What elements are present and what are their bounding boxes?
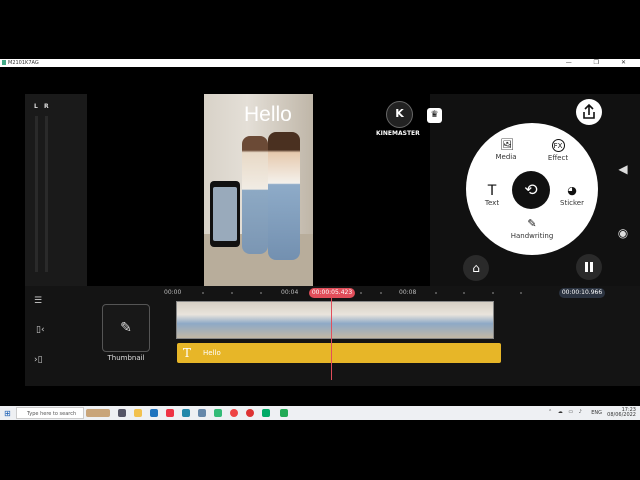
undo-button[interactable]: ⟲ xyxy=(512,171,550,209)
store-app-icon[interactable] xyxy=(150,409,158,417)
store-icon: ⌂ xyxy=(472,261,480,275)
sticker-label: Sticker xyxy=(560,199,584,207)
end-time-badge: 00:00:10.966 xyxy=(559,288,605,298)
app-icon-circle[interactable] xyxy=(246,409,254,417)
search-highlight-image xyxy=(86,409,110,417)
clip-frame xyxy=(481,302,493,338)
windows-start-icon[interactable]: ⊞ xyxy=(4,409,11,418)
clip-frame xyxy=(417,302,434,338)
clip-frame xyxy=(449,302,466,338)
window-controls[interactable]: — ❐ ✕ xyxy=(566,59,636,66)
thumbnail-label: Thumbnail xyxy=(107,354,145,362)
thumbnail-button[interactable]: ✎ xyxy=(102,304,150,352)
back-nav-icon[interactable]: ◀ xyxy=(608,162,638,182)
clip-frame xyxy=(177,302,194,338)
chrome-icon[interactable] xyxy=(230,409,238,417)
ruler-tick: 00:04 xyxy=(281,289,299,296)
kinemaster-logo: K xyxy=(386,101,413,128)
clip-frame xyxy=(337,302,354,338)
text-layer-label: Hello xyxy=(203,349,221,357)
split-left-icon[interactable]: ▯‹ xyxy=(36,325,45,335)
hello-text-overlay[interactable]: Hello xyxy=(244,103,292,127)
window-title-bar: M2101K7AG — ❐ ✕ xyxy=(0,59,640,67)
text-icon: T xyxy=(487,183,497,199)
media-label: Media xyxy=(495,153,517,161)
clip-frame xyxy=(353,302,370,338)
audio-meter-right xyxy=(45,116,48,272)
share-icon xyxy=(583,103,595,119)
pen-icon: ✎ xyxy=(527,217,537,230)
clip-frame xyxy=(433,302,450,338)
audio-meter-left xyxy=(35,116,38,272)
image-icon: 🖼 xyxy=(500,138,514,151)
text-layer-clip[interactable]: T Hello xyxy=(177,343,501,363)
windows-taskbar: ⊞ Type here to search ⌃ ☁ ▭ ♪ ENG 17:23 … xyxy=(0,406,640,420)
ruler-tick: 00:08 xyxy=(399,289,417,296)
clip-frame xyxy=(289,302,306,338)
split-right-icon[interactable]: ›▯ xyxy=(34,355,43,365)
pause-icon xyxy=(585,262,588,272)
clip-frame xyxy=(385,302,402,338)
text-button[interactable]: T Text xyxy=(470,183,514,207)
layer-toggle-icon[interactable]: ☰ xyxy=(34,296,42,306)
window-title: M2101K7AG xyxy=(8,60,39,66)
dancer-left xyxy=(242,136,268,254)
crown-icon[interactable]: ♛ xyxy=(427,108,442,123)
clip-frame xyxy=(401,302,418,338)
audio-right-label: R xyxy=(44,103,49,110)
clip-frame xyxy=(465,302,482,338)
app-icon-red[interactable] xyxy=(166,409,174,417)
handwriting-label: Handwriting xyxy=(510,232,554,240)
text-layer-icon: T xyxy=(183,346,192,360)
clip-frame xyxy=(225,302,242,338)
asset-store-button[interactable]: ⌂ xyxy=(463,255,489,281)
clip-frame xyxy=(209,302,226,338)
clip-frame xyxy=(369,302,386,338)
app-icon-blue[interactable] xyxy=(182,409,190,417)
edit-icon: ✎ xyxy=(120,320,132,336)
pause-button[interactable] xyxy=(576,254,602,280)
video-clip[interactable] xyxy=(176,301,494,339)
effect-button[interactable]: FX Effect xyxy=(536,139,580,162)
system-tray-icons[interactable]: ⌃ ☁ ▭ ♪ xyxy=(548,409,584,415)
file-explorer-icon[interactable] xyxy=(134,409,142,417)
dancer-right xyxy=(268,132,300,260)
kinemaster-wordmark: KINEMASTER xyxy=(376,130,420,137)
audio-left-label: L xyxy=(34,103,38,110)
app-icon-teal[interactable] xyxy=(262,409,270,417)
handwriting-button[interactable]: ✎ Handwriting xyxy=(510,217,554,241)
current-time-badge: 00:00:05.423 xyxy=(309,288,355,298)
task-view-icon[interactable] xyxy=(118,409,126,417)
rotate-icon: ⟲ xyxy=(524,180,538,199)
sticker-button[interactable]: ◕ Sticker xyxy=(550,184,594,208)
clip-frame xyxy=(305,302,322,338)
text-label: Text xyxy=(484,199,500,207)
clip-frame xyxy=(193,302,210,338)
taskbar-search-input[interactable]: Type here to search xyxy=(16,407,84,419)
fx-icon: FX xyxy=(551,139,565,152)
camera-app-icon[interactable] xyxy=(198,409,206,417)
clip-frame xyxy=(273,302,290,338)
app-icon xyxy=(2,60,6,65)
sticker-icon: ◕ xyxy=(567,184,577,197)
effect-label: Effect xyxy=(547,154,569,162)
export-button[interactable] xyxy=(576,99,602,125)
clip-frame xyxy=(321,302,338,338)
phone-on-tripod xyxy=(210,181,240,247)
ruler-tick: 00:00 xyxy=(164,289,182,296)
clip-frame xyxy=(257,302,274,338)
system-clock[interactable]: ENG 17:23 08/06/2022 xyxy=(591,408,636,418)
app-icon-green[interactable] xyxy=(214,409,222,417)
home-nav-icon[interactable]: ◉ xyxy=(608,226,638,246)
clip-frame xyxy=(241,302,258,338)
playhead[interactable] xyxy=(331,298,332,380)
app-icon-active[interactable] xyxy=(280,409,288,417)
media-button[interactable]: 🖼 Media xyxy=(484,138,528,162)
